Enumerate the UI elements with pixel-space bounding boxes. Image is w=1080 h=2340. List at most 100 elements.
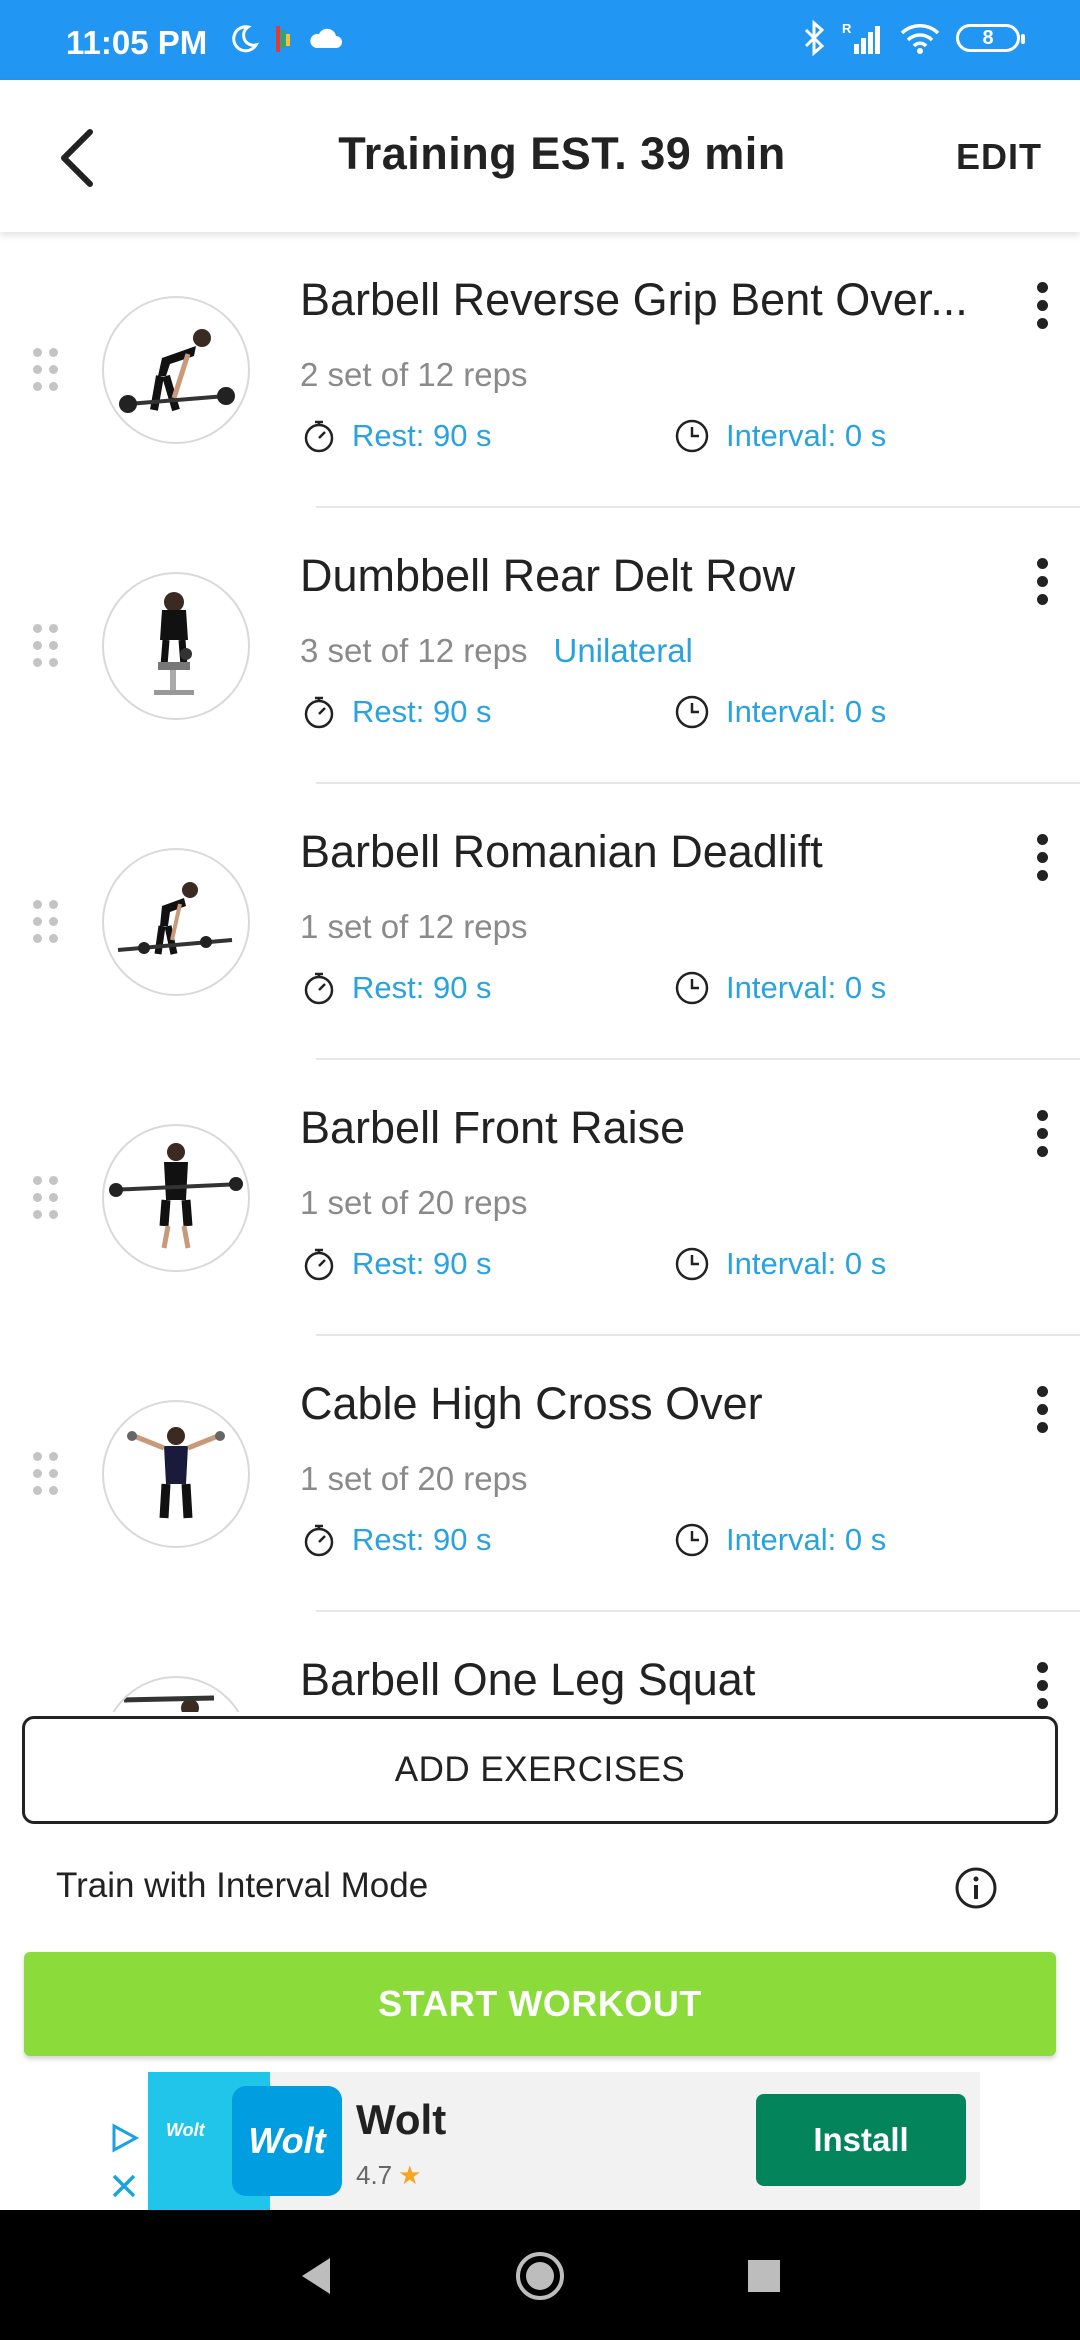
exercise-name: Barbell One Leg Squat: [300, 1654, 756, 1705]
stopwatch-icon: [304, 1248, 334, 1281]
drag-handle-icon[interactable]: [33, 624, 61, 668]
exercise-thumbnail: [102, 1676, 250, 1712]
wifi-icon: [900, 24, 940, 54]
stopwatch-icon: [304, 696, 334, 729]
star-icon: ★: [398, 2160, 422, 2190]
cloud-icon: [310, 28, 342, 48]
exercise-sets: 1 set of 20 reps: [300, 1184, 527, 1222]
exercise-name: Barbell Romanian Deadlift: [300, 826, 823, 877]
interval-mode-label[interactable]: Train with Interval Mode: [56, 1866, 428, 1906]
nav-recents-icon[interactable]: [746, 2258, 782, 2294]
wolt-logo: Wolt: [232, 2086, 342, 2196]
interval-info: Interval: 0 s: [674, 694, 886, 730]
cable-cross-figure-icon: [127, 1427, 225, 1519]
status-bar: 11:05 PM R 8: [0, 0, 1080, 80]
unilateral-badge: Unilateral: [553, 632, 693, 669]
moon-icon: [232, 25, 260, 53]
exercise-sets: 1 set of 12 reps: [300, 908, 527, 946]
rest-text: Rest: 90 s: [352, 1522, 492, 1557]
rest-text: Rest: 90 s: [352, 418, 492, 453]
start-workout-button[interactable]: START WORKOUT: [24, 1952, 1056, 2056]
sets-text: 1 set of 20 reps: [300, 1460, 528, 1497]
exercise-sets: 2 set of 12 reps: [300, 356, 527, 394]
ad-app-name: Wolt: [356, 2096, 447, 2143]
more-options-icon[interactable]: [1024, 554, 1060, 610]
exercise-thumbnail: [102, 296, 250, 444]
exercise-name: Barbell Front Raise: [300, 1102, 686, 1153]
system-nav-bar: [0, 2210, 1080, 2340]
page-title: Training EST. 39 min: [338, 128, 786, 179]
rest-text: Rest: 90 s: [352, 694, 492, 729]
ad-install-button[interactable]: Install: [756, 2094, 966, 2186]
exercise-name: Dumbbell Rear Delt Row: [300, 550, 796, 601]
info-icon[interactable]: [954, 1866, 998, 1910]
exercise-name: Cable High Cross Over: [300, 1378, 763, 1429]
exercise-row[interactable]: Barbell One Leg Squat: [0, 1612, 1080, 1712]
more-options-icon[interactable]: [1024, 1106, 1060, 1162]
clock-icon: [675, 1247, 709, 1281]
drag-handle-icon[interactable]: [33, 1176, 61, 1220]
drag-handle-icon[interactable]: [33, 900, 61, 944]
ad-banner[interactable]: Wolt Wolt Wolt 4.7 ★ Install: [100, 2072, 980, 2210]
status-time: 11:05 PM: [66, 24, 208, 61]
battery-level: 8: [982, 26, 994, 49]
sets-text: 1 set of 12 reps: [300, 908, 528, 945]
nav-back-icon[interactable]: [296, 2254, 336, 2298]
exercise-thumbnail: [102, 848, 250, 996]
stopwatch-icon: [304, 420, 334, 453]
ad-close-icon[interactable]: [104, 2166, 144, 2206]
stopwatch-icon: [304, 972, 334, 1005]
drag-handle-icon[interactable]: [33, 1452, 61, 1496]
add-exercises-button[interactable]: ADD EXERCISES: [22, 1716, 1058, 1824]
exercise-row[interactable]: Dumbbell Rear Delt Row 3 set of 12 reps U…: [0, 508, 1080, 784]
more-options-icon[interactable]: [1024, 830, 1060, 886]
interval-text: Interval: 0 s: [726, 694, 887, 729]
rest-text: Rest: 90 s: [352, 1246, 492, 1281]
interval-text: Interval: 0 s: [726, 970, 887, 1005]
rest-info: Rest: 90 s: [302, 694, 492, 730]
exercise-row[interactable]: Cable High Cross Over 1 set of 20 reps R…: [0, 1336, 1080, 1612]
ad-choices-icon[interactable]: [104, 2118, 144, 2158]
rest-text: Rest: 90 s: [352, 970, 492, 1005]
bluetooth-icon: [804, 20, 825, 56]
exercise-sets: 1 set of 20 reps: [300, 1460, 527, 1498]
rest-info: Rest: 90 s: [302, 1246, 492, 1282]
exercise-list: Barbell Reverse Grip Bent Over... 2 set …: [0, 232, 1080, 1712]
rest-info: Rest: 90 s: [302, 970, 492, 1006]
rest-info: Rest: 90 s: [302, 1522, 492, 1558]
interval-info: Interval: 0 s: [674, 418, 886, 454]
ad-thumbnail-text: Wolt: [166, 2120, 205, 2140]
dumbbell-row-figure-icon: [154, 592, 194, 695]
interval-text: Interval: 0 s: [726, 1246, 887, 1281]
sets-text: 1 set of 20 reps: [300, 1184, 528, 1221]
barbell-row-figure-icon: [119, 329, 235, 413]
more-options-icon[interactable]: [1024, 1658, 1060, 1712]
interval-info: Interval: 0 s: [674, 970, 886, 1006]
more-options-icon[interactable]: [1024, 278, 1060, 334]
interval-info: Interval: 0 s: [674, 1522, 886, 1558]
exercise-thumbnail: [102, 1400, 250, 1548]
exercise-row[interactable]: Barbell Front Raise 1 set of 20 reps Res…: [0, 1060, 1080, 1336]
app-notification-icon: [276, 26, 290, 52]
drag-handle-icon[interactable]: [33, 348, 61, 392]
interval-text: Interval: 0 s: [726, 418, 887, 453]
exercise-name: Barbell Reverse Grip Bent Over...: [300, 274, 968, 325]
exercise-row[interactable]: Barbell Reverse Grip Bent Over... 2 set …: [0, 232, 1080, 508]
deadlift-figure-icon: [117, 882, 233, 955]
svg-text:R: R: [842, 21, 852, 36]
front-raise-figure-icon: [109, 1143, 243, 1249]
edit-button[interactable]: EDIT: [956, 136, 1042, 178]
ad-controls: [100, 2072, 148, 2210]
clock-icon: [675, 971, 709, 1005]
more-options-icon[interactable]: [1024, 1382, 1060, 1438]
interval-info: Interval: 0 s: [674, 1246, 886, 1282]
nav-home-icon[interactable]: [514, 2250, 566, 2302]
exercise-sets: 3 set of 12 reps Unilateral: [300, 632, 693, 670]
battery-icon: 8: [956, 24, 1025, 52]
clock-icon: [675, 695, 709, 729]
clock-icon: [675, 419, 709, 453]
ad-rating-value: 4.7: [356, 2160, 393, 2190]
sets-text: 2 set of 12 reps: [300, 356, 528, 393]
exercise-row[interactable]: Barbell Romanian Deadlift 1 set of 12 re…: [0, 784, 1080, 1060]
interval-text: Interval: 0 s: [726, 1522, 887, 1557]
